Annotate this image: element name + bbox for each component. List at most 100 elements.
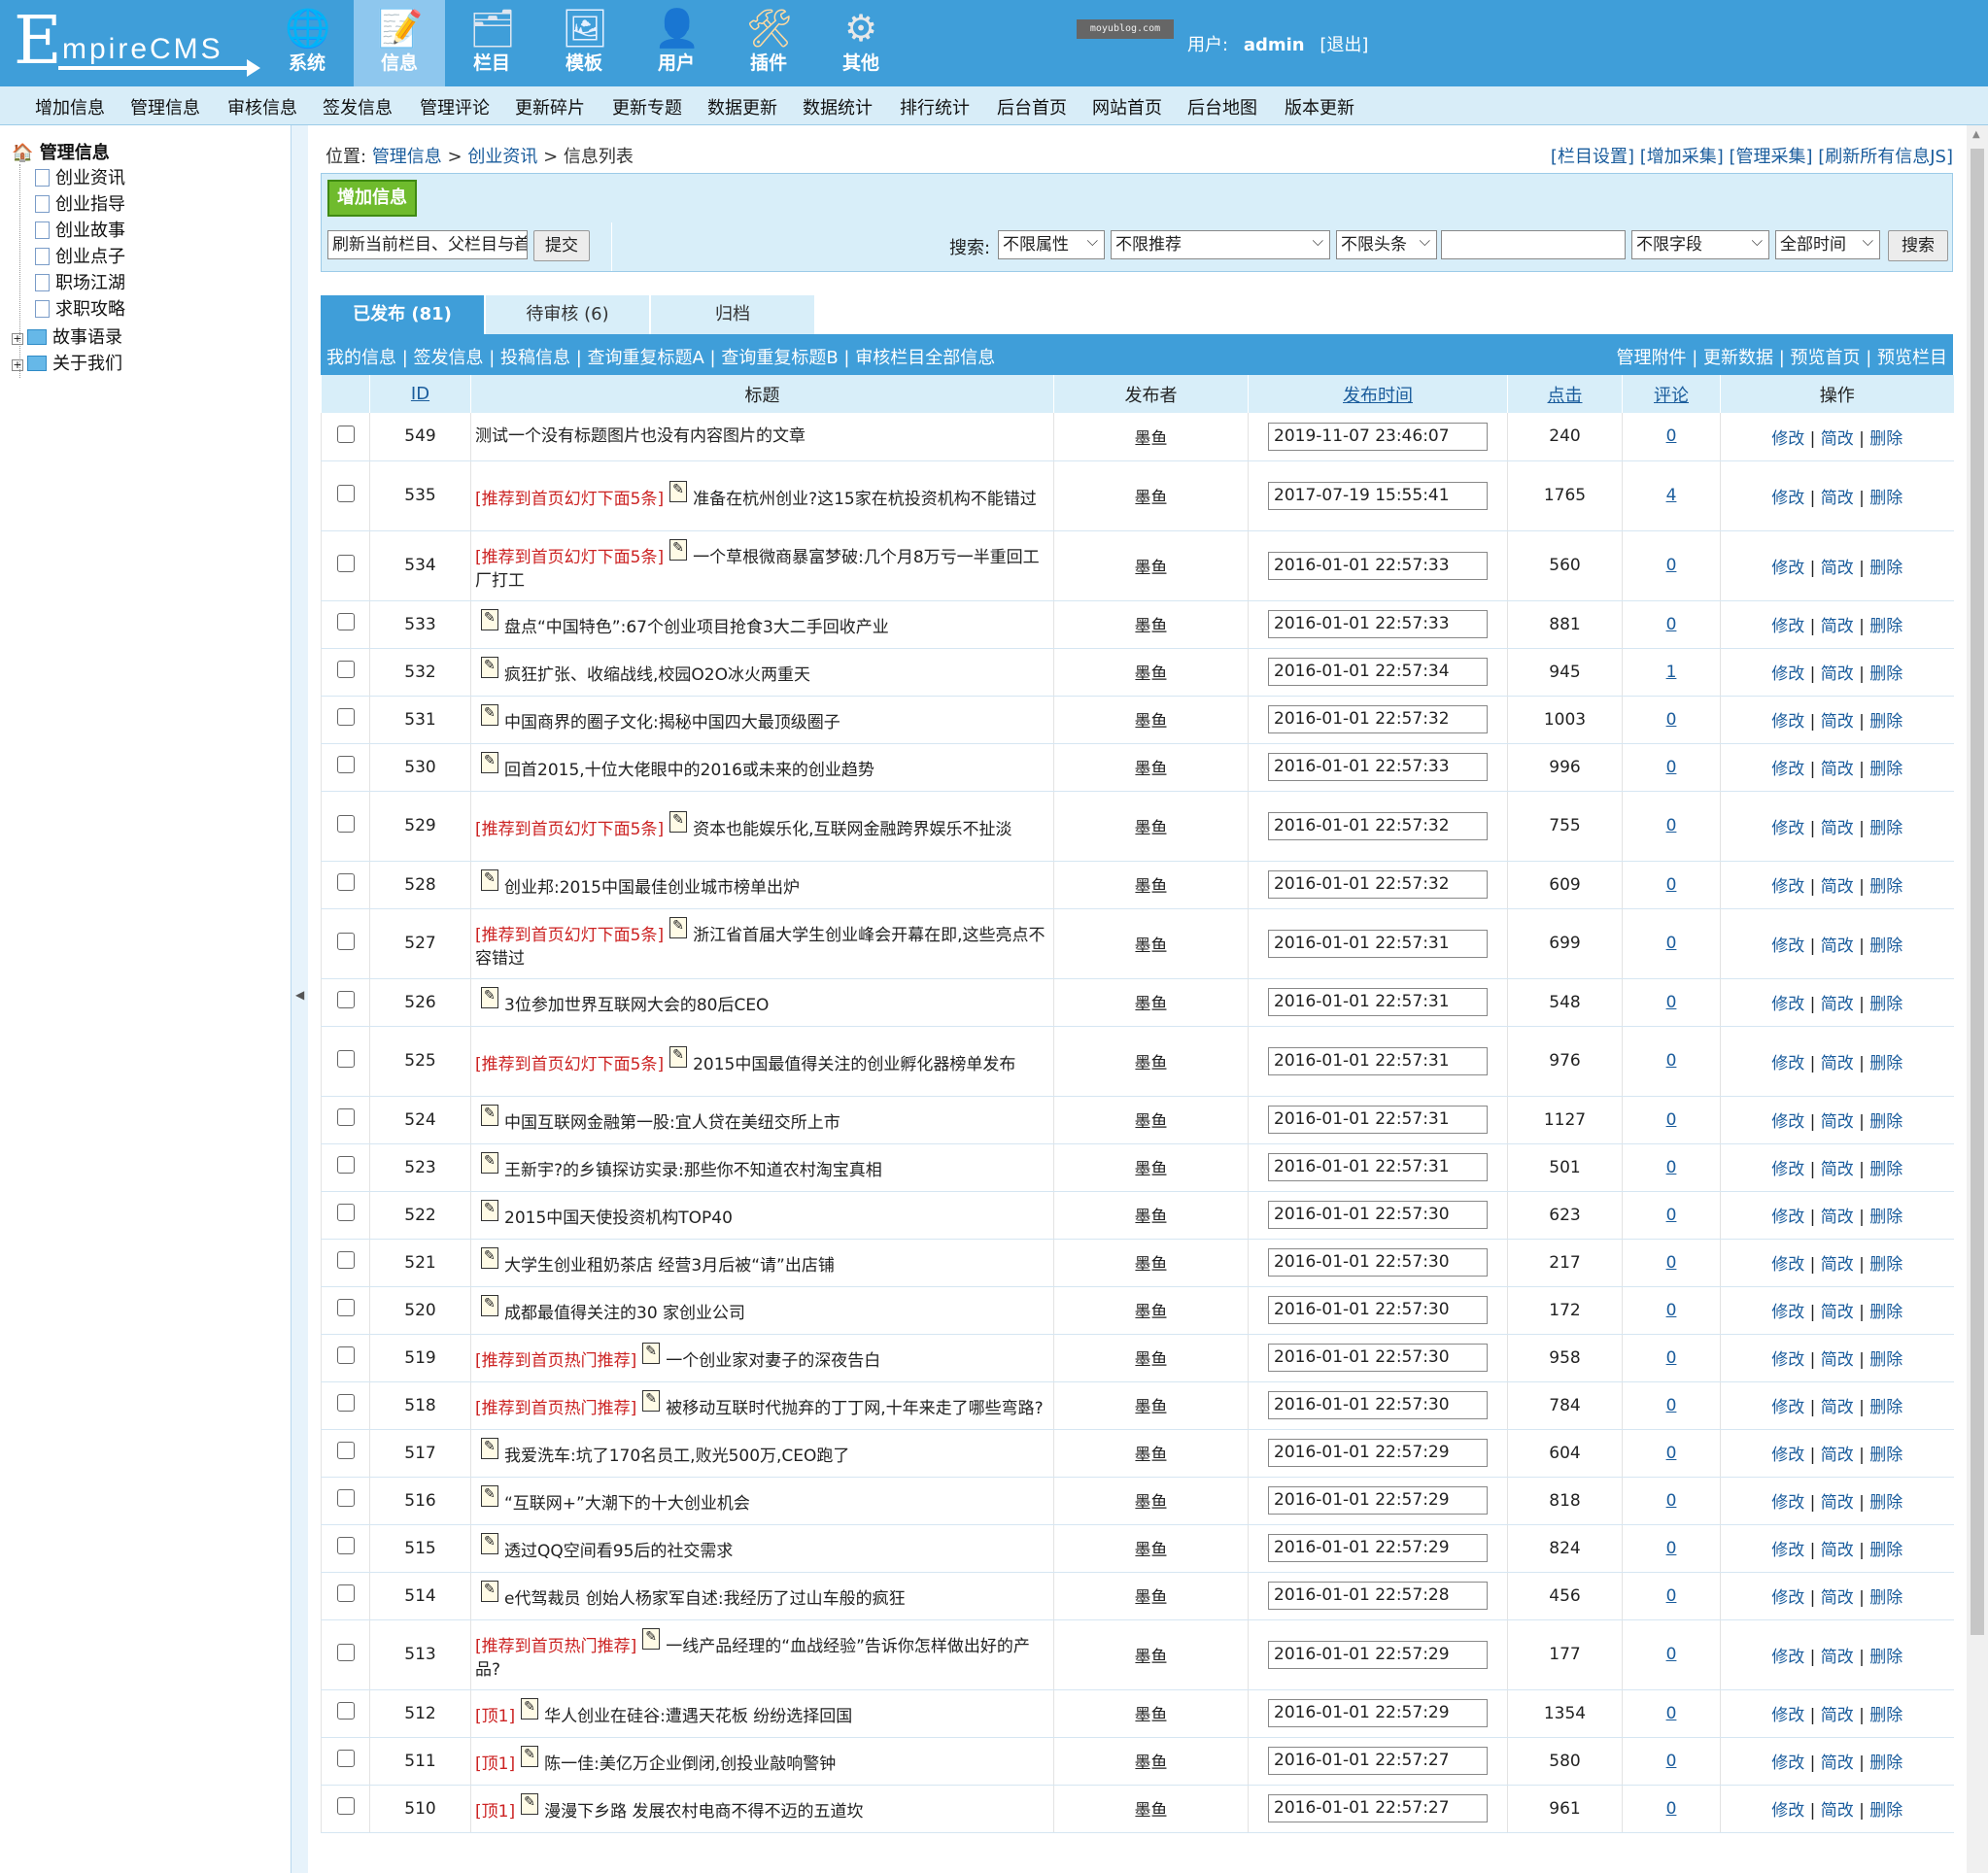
delete-link[interactable]: 删除 xyxy=(1869,1398,1902,1417)
row-checkbox[interactable] xyxy=(336,1797,355,1815)
quick-edit-link[interactable]: 简改 xyxy=(1821,1706,1854,1725)
edit-link[interactable]: 修改 xyxy=(1771,877,1804,897)
edit-document-icon[interactable] xyxy=(481,654,498,678)
delete-link[interactable]: 删除 xyxy=(1869,1446,1902,1465)
search-keyword-input[interactable] xyxy=(1441,230,1626,259)
row-time-input[interactable]: 2016-01-01 22:57:30 xyxy=(1268,1391,1488,1419)
edit-link[interactable]: 修改 xyxy=(1771,1446,1804,1465)
edit-link[interactable]: 修改 xyxy=(1771,1208,1804,1227)
row-comments-link[interactable]: 0 xyxy=(1666,993,1677,1012)
delete-link[interactable]: 删除 xyxy=(1869,1801,1902,1821)
row-checkbox[interactable] xyxy=(336,1489,355,1507)
row-title-link[interactable]: 王新宇?的乡镇探访实录:那些你不知道农村淘宝真相 xyxy=(504,1161,882,1180)
delete-link[interactable]: 删除 xyxy=(1869,1493,1902,1513)
edit-document-icon[interactable] xyxy=(481,984,498,1008)
sidebar-item[interactable]: 职场江湖 xyxy=(35,271,125,296)
delete-link[interactable]: 删除 xyxy=(1869,617,1902,636)
row-comments-link[interactable]: 1 xyxy=(1666,663,1677,682)
row-checkbox[interactable] xyxy=(336,814,355,833)
edit-document-icon[interactable] xyxy=(481,606,498,630)
sidebar-item[interactable]: 创业资讯 xyxy=(35,166,125,191)
edit-link[interactable]: 修改 xyxy=(1771,1160,1804,1179)
quick-edit-link[interactable]: 简改 xyxy=(1821,1648,1854,1667)
row-time-input[interactable]: 2016-01-01 22:57:31 xyxy=(1268,1153,1488,1181)
row-title-link[interactable]: 盘点“中国特色”:67个创业项目抢食3大二手回收产业 xyxy=(504,618,889,637)
row-recommend-tag[interactable]: [顶1] xyxy=(475,1802,515,1822)
row-checkbox[interactable] xyxy=(336,661,355,678)
quick-edit-link[interactable]: 简改 xyxy=(1821,936,1854,956)
row-recommend-tag[interactable]: [推荐到首页幻灯下面5条] xyxy=(475,926,664,945)
nav-item[interactable]: 更新碎片 xyxy=(515,94,585,119)
row-comments-link[interactable]: 0 xyxy=(1666,1051,1677,1071)
row-checkbox[interactable] xyxy=(336,425,355,443)
empirecms-logo[interactable]: E mpireCMS xyxy=(14,8,260,77)
edit-link[interactable]: 修改 xyxy=(1771,760,1804,779)
row-checkbox[interactable] xyxy=(336,554,355,572)
row-time-input[interactable]: 2016-01-01 22:57:30 xyxy=(1268,1296,1488,1324)
row-comments-link[interactable]: 0 xyxy=(1666,615,1677,634)
row-recommend-tag[interactable]: [推荐到首页热门推荐] xyxy=(475,1399,636,1418)
edit-link[interactable]: 修改 xyxy=(1771,1112,1804,1132)
edit-link[interactable]: 修改 xyxy=(1771,1255,1804,1275)
row-recommend-tag[interactable]: [推荐到首页热门推荐] xyxy=(475,1637,636,1656)
delete-link[interactable]: 删除 xyxy=(1869,712,1902,732)
delete-link[interactable]: 删除 xyxy=(1869,819,1902,838)
row-comments-link[interactable]: 0 xyxy=(1666,1348,1677,1368)
delete-link[interactable]: 删除 xyxy=(1869,1208,1902,1227)
attribute-select[interactable]: 不限属性 xyxy=(998,230,1105,259)
quick-edit-link[interactable]: 简改 xyxy=(1821,760,1854,779)
edit-document-icon[interactable] xyxy=(669,808,688,833)
row-checkbox[interactable] xyxy=(336,708,355,726)
row-recommend-tag[interactable]: [顶1] xyxy=(475,1754,515,1774)
sidebar-folder[interactable]: + 故事语录 xyxy=(12,325,122,351)
row-checkbox[interactable] xyxy=(336,1537,355,1554)
edit-document-icon[interactable] xyxy=(521,1790,539,1815)
edit-document-icon[interactable] xyxy=(642,1340,661,1364)
delete-link[interactable]: 删除 xyxy=(1869,1054,1902,1073)
edit-document-icon[interactable] xyxy=(481,749,498,773)
row-time-input[interactable]: 2016-01-01 22:57:31 xyxy=(1268,929,1488,958)
delete-link[interactable]: 删除 xyxy=(1869,1160,1902,1179)
row-comments-link[interactable]: 0 xyxy=(1666,875,1677,895)
menu-user[interactable]: 👤 用户 xyxy=(631,0,722,86)
row-comments-link[interactable]: 0 xyxy=(1666,1539,1677,1558)
row-checkbox[interactable] xyxy=(336,1108,355,1126)
edit-document-icon[interactable] xyxy=(481,1435,498,1459)
info-links-right[interactable]: 管理附件 | 更新数据 | 预览首页 | 预览栏目 xyxy=(1616,344,1947,369)
quick-edit-link[interactable]: 简改 xyxy=(1821,1446,1854,1465)
delete-link[interactable]: 删除 xyxy=(1869,1648,1902,1667)
row-time-input[interactable]: 2016-01-01 22:57:34 xyxy=(1268,658,1488,686)
row-title-link[interactable]: 2015中国天使投资机构TOP40 xyxy=(504,1209,733,1228)
menu-gear[interactable]: ⚙ 其他 xyxy=(815,0,907,86)
edit-link[interactable]: 修改 xyxy=(1771,617,1804,636)
row-checkbox[interactable] xyxy=(336,1204,355,1221)
nav-item[interactable]: 增加信息 xyxy=(35,94,105,119)
sidebar-folder[interactable]: + 关于我们 xyxy=(12,352,122,377)
quick-edit-link[interactable]: 简改 xyxy=(1821,617,1854,636)
quick-edit-link[interactable]: 简改 xyxy=(1821,1801,1854,1821)
submit-button[interactable]: 提交 xyxy=(533,230,590,261)
sidebar-item[interactable]: 求职攻略 xyxy=(35,297,125,323)
menu-document-edit[interactable]: 📝 信息 xyxy=(354,0,445,86)
row-title-link[interactable]: 华人创业在硅谷:遭遇天花板 纷纷选择回国 xyxy=(544,1707,852,1726)
row-comments-link[interactable]: 0 xyxy=(1666,556,1677,575)
row-time-input[interactable]: 2016-01-01 22:57:31 xyxy=(1268,1106,1488,1134)
column-actions[interactable]: [栏目设置] [增加采集] [管理采集] [刷新所有信息JS] xyxy=(1551,143,1953,168)
row-comments-link[interactable]: 0 xyxy=(1666,1752,1677,1771)
delete-link[interactable]: 删除 xyxy=(1869,559,1902,578)
edit-link[interactable]: 修改 xyxy=(1771,664,1804,684)
sidebar-item[interactable]: 创业点子 xyxy=(35,245,125,270)
tab-published[interactable]: 已发布 (81) xyxy=(321,295,484,334)
row-comments-link[interactable]: 0 xyxy=(1666,1444,1677,1463)
quick-edit-link[interactable]: 简改 xyxy=(1821,712,1854,732)
delete-link[interactable]: 删除 xyxy=(1869,1112,1902,1132)
tab-archive[interactable]: 归档 xyxy=(651,295,814,334)
edit-document-icon[interactable] xyxy=(481,1102,498,1126)
row-time-input[interactable]: 2019-11-07 23:46:07 xyxy=(1268,422,1488,451)
edit-link[interactable]: 修改 xyxy=(1771,1350,1804,1370)
field-select[interactable]: 不限字段 xyxy=(1631,230,1769,259)
row-checkbox[interactable] xyxy=(336,1299,355,1316)
delete-link[interactable]: 删除 xyxy=(1869,995,1902,1014)
row-checkbox[interactable] xyxy=(336,1049,355,1068)
row-checkbox[interactable] xyxy=(336,1156,355,1174)
